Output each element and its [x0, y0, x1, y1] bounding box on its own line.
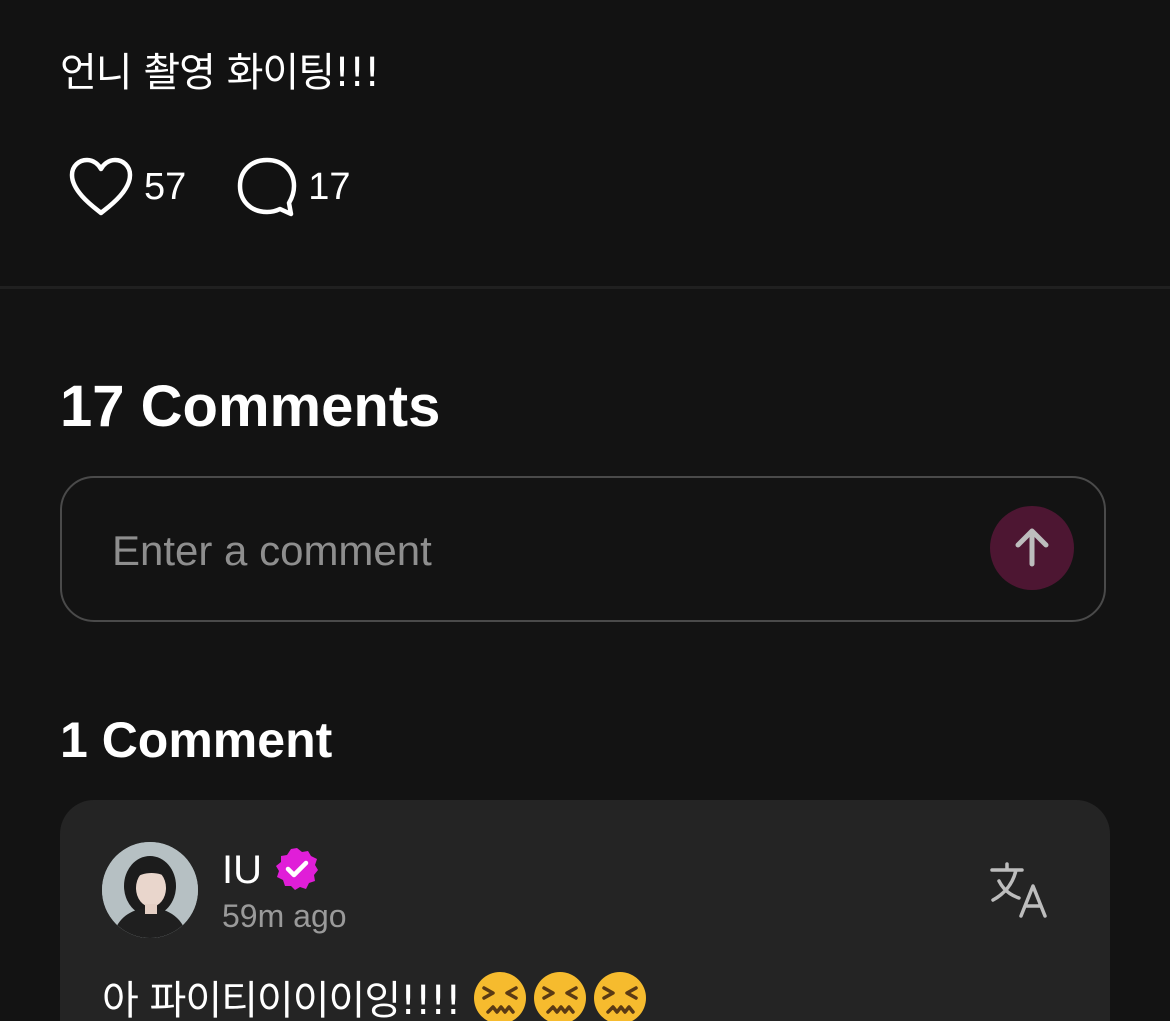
avatar[interactable] — [102, 842, 198, 938]
section-divider — [0, 286, 1170, 289]
post-actions: 57 17 — [68, 156, 351, 218]
comment-count: 17 — [308, 165, 351, 208]
emoji-row — [472, 970, 652, 1021]
comments-page: 언니 촬영 화이팅!!! 57 17 17 Comments Enter a c… — [0, 0, 1170, 1021]
post-section: 언니 촬영 화이팅!!! 57 17 — [0, 0, 1170, 286]
avatar-image — [102, 842, 198, 938]
confounded-face-emoji — [474, 972, 526, 1021]
verified-badge-icon — [276, 848, 318, 890]
comment-input[interactable] — [110, 520, 954, 582]
arrow-up-icon — [1015, 528, 1049, 567]
highlighted-comments-heading: 1 Comment — [60, 712, 333, 768]
send-comment-button[interactable] — [990, 506, 1074, 590]
post-text: 언니 촬영 화이팅!!! — [60, 50, 380, 96]
comment-button[interactable]: 17 — [236, 156, 351, 218]
like-button[interactable]: 57 — [68, 157, 186, 217]
comment-text: 아 파이티이이이잉!!!! — [102, 978, 461, 1021]
comment-author[interactable]: IU — [222, 848, 262, 893]
confounded-face-emoji — [594, 972, 646, 1021]
heart-icon — [69, 157, 133, 216]
comments-heading: 17 Comments — [60, 374, 441, 439]
comment-composer — [60, 476, 1106, 622]
like-count: 57 — [144, 165, 187, 208]
translate-icon — [990, 862, 1047, 918]
confounded-face-emoji — [534, 972, 586, 1021]
comment-timestamp: 59m ago — [222, 898, 347, 934]
comment-card: IU 59m ago 아 파이티이이이잉!!!! — [60, 800, 1110, 1021]
translate-button[interactable] — [988, 860, 1052, 920]
speech-bubble-icon — [238, 157, 297, 217]
